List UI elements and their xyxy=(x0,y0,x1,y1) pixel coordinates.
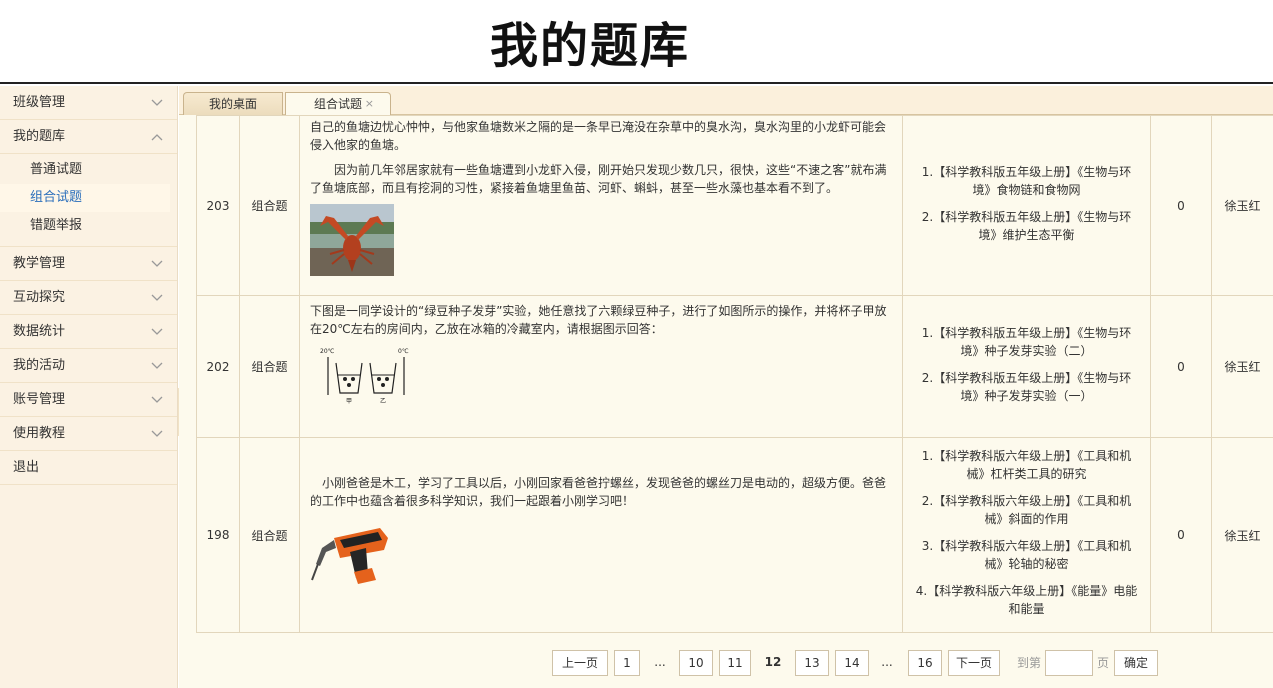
knowledge-point: 1.【科学教科版五年级上册】《生物与环境》食物链和食物网 xyxy=(921,164,1132,197)
goto-page-input[interactable] xyxy=(1045,650,1093,676)
question-table-container[interactable]: 203 组合题 自己的鱼塘边忧心忡忡，与他家鱼塘数米之隔的是一条早已淹没在杂草中… xyxy=(196,115,1273,633)
tab-bar: 我的桌面 组合试题 × xyxy=(179,86,1273,116)
page-title: 我的题库 xyxy=(489,18,690,74)
question-id: 203 xyxy=(196,115,240,296)
sidebar-item-label: 账号管理 xyxy=(13,392,66,407)
author-name: 徐玉红 xyxy=(1211,295,1273,438)
sidebar-subitem-normal-questions[interactable]: 普通试题 xyxy=(0,156,177,184)
main-content: 我的桌面 组合试题 × 203 组合题 自己的鱼塘边忧心忡忡，与他家鱼塘数米之隔… xyxy=(179,86,1273,688)
goto-label: 到第 xyxy=(1017,656,1042,670)
page-button[interactable]: 16 xyxy=(908,650,942,676)
sidebar-item-label: 使用教程 xyxy=(13,426,66,441)
prev-page-button[interactable]: 上一页 xyxy=(552,650,608,676)
sidebar: 班级管理 我的题库 普通试题 组合试题 错题举报 教学管理 互动探究 数据统计 … xyxy=(0,86,178,688)
tab-my-desktop[interactable]: 我的桌面 xyxy=(183,92,283,115)
knowledge-point: 1.【科学教科版五年级上册】《生物与环境》种子发芽实验（二） xyxy=(921,325,1132,358)
page-button[interactable]: 13 xyxy=(795,650,829,676)
current-page: 12 xyxy=(764,655,782,669)
chevron-down-icon xyxy=(151,315,163,349)
sidebar-item-label: 数据统计 xyxy=(13,324,66,339)
sidebar-item-label: 互动探究 xyxy=(13,290,66,305)
sidebar-item-label: 教学管理 xyxy=(13,256,66,271)
sidebar-item-label: 退出 xyxy=(13,460,40,475)
question-paragraph: 自己的鱼塘边忧心忡忡，与他家鱼塘数米之隔的是一条早已淹没在杂草中的臭水沟，臭水沟… xyxy=(310,120,887,152)
knowledge-point: 2.【科学教科版六年级上册】《工具和机械》斜面的作用 xyxy=(921,494,1132,526)
sidebar-item-teaching-management[interactable]: 教学管理 xyxy=(0,247,177,281)
question-id: 198 xyxy=(196,437,240,633)
question-type: 组合题 xyxy=(239,115,300,296)
question-type: 组合题 xyxy=(239,295,300,438)
sidebar-item-interactive-inquiry[interactable]: 互动探究 xyxy=(0,281,177,315)
goto-confirm-button[interactable]: 确定 xyxy=(1114,650,1158,676)
knowledge-points: 1.【科学教科版六年级上册】《工具和机械》杠杆类工具的研究 2.【科学教科版六年… xyxy=(902,437,1151,633)
diagram-temp-right: 0℃ xyxy=(398,348,409,355)
sidebar-item-tutorials[interactable]: 使用教程 xyxy=(0,417,177,451)
knowledge-point: 2.【科学教科版五年级上册】《生物与环境》维护生态平衡 xyxy=(921,209,1132,242)
sidebar-subitem-error-reports[interactable]: 错题举报 xyxy=(0,212,177,240)
sidebar-item-label: 我的活动 xyxy=(13,358,66,373)
usage-count: 0 xyxy=(1150,295,1212,438)
knowledge-point: 1.【科学教科版六年级上册】《工具和机械》杠杆类工具的研究 xyxy=(921,449,1132,481)
knowledge-points: 1.【科学教科版五年级上册】《生物与环境》种子发芽实验（二） 2.【科学教科版五… xyxy=(902,295,1151,438)
sidebar-item-logout[interactable]: 退出 xyxy=(0,451,177,485)
table-row: 198 组合题 小刚爸爸是木工，学习了工具以后，小刚回家看爸爸拧螺丝，发现爸爸的… xyxy=(196,437,1273,633)
page-button[interactable]: 11 xyxy=(719,650,751,676)
chevron-down-icon xyxy=(151,417,163,451)
sidebar-item-label: 班级管理 xyxy=(13,95,66,110)
knowledge-point: 4.【科学教科版六年级上册】《能量》电能和能量 xyxy=(915,584,1138,616)
crayfish-image xyxy=(310,204,896,281)
author-name: 徐玉红 xyxy=(1211,437,1273,633)
page-button[interactable]: 14 xyxy=(835,650,869,676)
diagram-cup-left: 甲 xyxy=(346,398,352,405)
question-content: 下图是一同学设计的“绿豆种子发芽”实验，她任意找了六颗绿豆种子，进行了如图所示的… xyxy=(299,295,903,438)
tab-label: 我的桌面 xyxy=(208,97,257,111)
chevron-down-icon xyxy=(151,349,163,383)
usage-count: 0 xyxy=(1150,437,1212,633)
knowledge-points: 1.【科学教科版五年级上册】《生物与环境》食物链和食物网 2.【科学教科版五年级… xyxy=(902,115,1151,296)
pagination: 上一页 1 ... 10 11 12 13 14 ... 16 下一页 到第 页… xyxy=(179,650,1273,676)
page-unit-label: 页 xyxy=(1097,656,1110,670)
question-paragraph: 小刚爸爸是木工，学习了工具以后，小刚回家看爸爸拧螺丝，发现爸爸的螺丝刀是电动的，… xyxy=(310,476,887,508)
sidebar-item-statistics[interactable]: 数据统计 xyxy=(0,315,177,349)
sidebar-item-my-question-bank[interactable]: 我的题库 xyxy=(0,120,177,154)
usage-count: 0 xyxy=(1150,115,1212,296)
knowledge-point: 2.【科学教科版五年级上册】《生物与环境》种子发芽实验（一） xyxy=(921,370,1132,403)
table-row: 203 组合题 自己的鱼塘边忧心忡忡，与他家鱼塘数米之隔的是一条早已淹没在杂草中… xyxy=(196,115,1273,296)
page-button[interactable]: 10 xyxy=(679,650,713,676)
chevron-down-icon xyxy=(151,247,163,281)
tab-label: 组合试题 xyxy=(313,97,362,111)
question-id: 202 xyxy=(196,295,240,438)
diagram-cup-right: 乙 xyxy=(380,398,386,405)
chevron-down-icon xyxy=(151,281,163,315)
chevron-down-icon xyxy=(151,383,163,417)
sidebar-item-class-management[interactable]: 班级管理 xyxy=(0,86,177,120)
sidebar-subitem-combined-questions[interactable]: 组合试题 xyxy=(0,184,170,212)
diagram-temp-left: 20℃ xyxy=(320,348,335,355)
next-page-button[interactable]: 下一页 xyxy=(948,650,1000,676)
table-row: 202 组合题 下图是一同学设计的“绿豆种子发芽”实验，她任意找了六颗绿豆种子，… xyxy=(196,295,1273,438)
knowledge-point: 3.【科学教科版六年级上册】《工具和机械》轮轴的秘密 xyxy=(921,539,1132,571)
sidebar-item-account-management[interactable]: 账号管理 xyxy=(0,383,177,417)
tab-combined-questions[interactable]: 组合试题 × xyxy=(285,92,391,116)
sidebar-item-my-activities[interactable]: 我的活动 xyxy=(0,349,177,383)
page-ellipsis: ... xyxy=(881,655,893,669)
chevron-down-icon xyxy=(151,86,163,120)
seed-germination-diagram: 20℃ 0℃ 甲 乙 xyxy=(320,345,896,410)
close-icon[interactable]: × xyxy=(365,93,374,115)
question-paragraph: 因为前几年邻居家就有一些鱼塘遭到小龙虾入侵，刚开始只发现少数几只，很快，这些“不… xyxy=(310,163,887,195)
author-name: 徐玉红 xyxy=(1211,115,1273,296)
sidebar-submenu: 普通试题 组合试题 错题举报 xyxy=(0,154,177,247)
chevron-up-icon xyxy=(151,120,163,154)
question-content: 自己的鱼塘边忧心忡忡，与他家鱼塘数米之隔的是一条早已淹没在杂草中的臭水沟，臭水沟… xyxy=(299,115,903,296)
question-content: 小刚爸爸是木工，学习了工具以后，小刚回家看爸爸拧螺丝，发现爸爸的螺丝刀是电动的，… xyxy=(299,437,903,633)
question-type: 组合题 xyxy=(239,437,300,633)
question-table: 203 组合题 自己的鱼塘边忧心忡忡，与他家鱼塘数米之隔的是一条早已淹没在杂草中… xyxy=(196,115,1273,633)
electric-drill-image xyxy=(310,518,896,595)
app-header: 我的题库 xyxy=(0,0,1273,84)
page-ellipsis: ... xyxy=(654,655,666,669)
page-button[interactable]: 1 xyxy=(614,650,640,676)
question-paragraph: 下图是一同学设计的“绿豆种子发芽”实验，她任意找了六颗绿豆种子，进行了如图所示的… xyxy=(310,304,887,336)
sidebar-item-label: 我的题库 xyxy=(13,129,66,144)
